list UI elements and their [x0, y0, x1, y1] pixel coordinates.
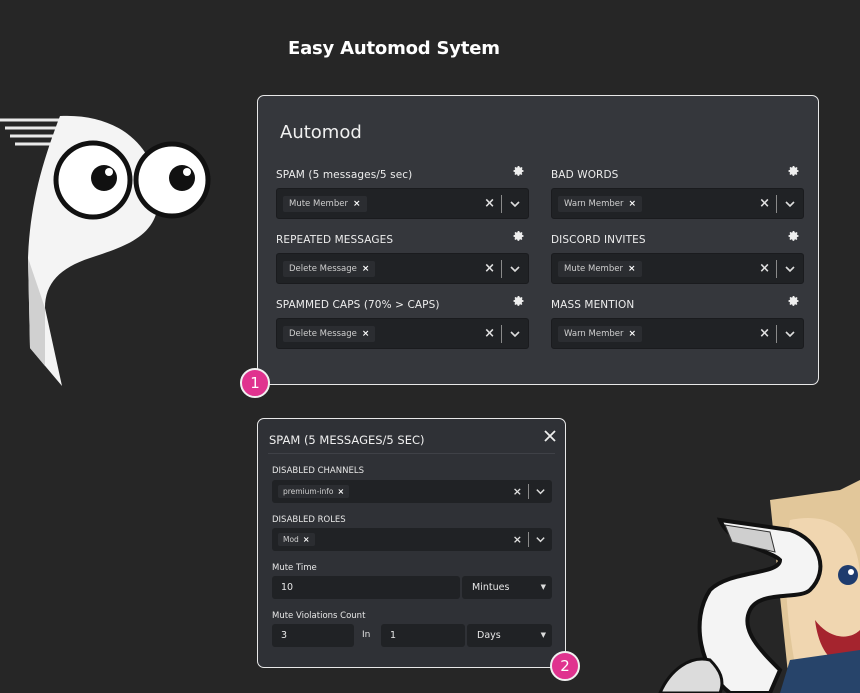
step-badge-2: 2	[550, 651, 580, 681]
spam-settings-title: SPAM (5 MESSAGES/5 SEC)	[269, 433, 425, 447]
chevron-down-icon[interactable]	[784, 263, 796, 275]
violations-label: Mute Violations Count	[272, 611, 366, 621]
action-select[interactable]: Warn Member × ×	[551, 318, 804, 349]
chevron-down-icon[interactable]	[509, 198, 521, 210]
close-icon[interactable]	[543, 429, 557, 443]
step-badge-1: 1	[240, 368, 270, 398]
gear-icon[interactable]	[513, 230, 525, 242]
rule-spammed-caps: SPAMMED CAPS (70% > CAPS) Delete Message…	[276, 295, 529, 349]
action-select[interactable]: Mute Member × ×	[551, 253, 804, 284]
disabled-channels-select[interactable]: premium-info × ×	[272, 480, 552, 503]
rule-repeated-messages: REPEATED MESSAGES Delete Message × ×	[276, 230, 529, 284]
violations-unit-select[interactable]: Days ▼	[467, 624, 552, 647]
action-chip: Mute Member ×	[283, 196, 367, 212]
action-chip: Delete Message ×	[283, 261, 376, 277]
in-label: In	[362, 630, 371, 640]
gear-icon[interactable]	[788, 165, 800, 177]
action-select[interactable]: Mute Member × ×	[276, 188, 529, 219]
action-select[interactable]: Warn Member × ×	[551, 188, 804, 219]
anime-character-icon	[658, 480, 860, 693]
rule-label: MASS MENTION	[551, 299, 635, 311]
mute-time-unit-select[interactable]: Mintues ▼	[462, 576, 552, 599]
disabled-channels-label: DISABLED CHANNELS	[272, 466, 364, 476]
mute-time-input[interactable]: 10	[272, 576, 460, 599]
chevron-down-icon[interactable]	[509, 263, 521, 275]
rule-label: SPAM (5 messages/5 sec)	[276, 169, 413, 181]
clear-icon[interactable]: ×	[484, 326, 495, 342]
action-select[interactable]: Delete Message × ×	[276, 253, 529, 284]
clear-icon[interactable]: ×	[484, 196, 495, 212]
chevron-down-icon[interactable]	[535, 534, 546, 545]
chip-remove-icon[interactable]: ×	[628, 199, 636, 209]
mascot-logo-icon	[0, 115, 211, 387]
mute-time-label: Mute Time	[272, 563, 317, 573]
chip-remove-icon[interactable]: ×	[628, 264, 636, 274]
gear-icon[interactable]	[788, 230, 800, 242]
chip-remove-icon[interactable]: ×	[362, 329, 370, 339]
chip-remove-icon[interactable]: ×	[362, 264, 370, 274]
chevron-down-icon[interactable]	[535, 486, 546, 497]
spam-settings-panel: SPAM (5 MESSAGES/5 SEC) DISABLED CHANNEL…	[257, 418, 566, 668]
rule-bad-words: BAD WORDS Warn Member × ×	[551, 165, 804, 219]
action-chip: Delete Message ×	[283, 326, 376, 342]
automod-title: Automod	[280, 122, 362, 143]
clear-icon[interactable]: ×	[513, 532, 522, 548]
chevron-down-icon[interactable]	[784, 198, 796, 210]
automod-panel: Automod SPAM (5 messages/5 sec) Mute Mem…	[257, 95, 819, 385]
caret-down-icon: ▼	[540, 583, 546, 591]
clear-icon[interactable]: ×	[484, 261, 495, 277]
caret-down-icon: ▼	[540, 631, 546, 639]
action-chip: Warn Member ×	[558, 196, 643, 212]
chip-remove-icon[interactable]: ×	[353, 199, 361, 209]
violations-count-input[interactable]: 3	[272, 624, 354, 647]
action-select[interactable]: Delete Message × ×	[276, 318, 529, 349]
clear-icon[interactable]: ×	[513, 484, 522, 500]
chip-remove-icon[interactable]: ×	[628, 329, 636, 339]
role-chip: Mod ×	[278, 533, 315, 546]
violations-period-input[interactable]: 1	[381, 624, 465, 647]
action-chip: Warn Member ×	[558, 326, 643, 342]
rule-label: SPAMMED CAPS (70% > CAPS)	[276, 299, 440, 311]
rule-spam: SPAM (5 messages/5 sec) Mute Member × ×	[276, 165, 529, 219]
clear-icon[interactable]: ×	[759, 326, 770, 342]
chevron-down-icon[interactable]	[784, 328, 796, 340]
rule-mass-mention: MASS MENTION Warn Member × ×	[551, 295, 804, 349]
clear-icon[interactable]: ×	[759, 261, 770, 277]
gear-icon[interactable]	[788, 295, 800, 307]
chevron-down-icon[interactable]	[509, 328, 521, 340]
chip-remove-icon[interactable]: ×	[303, 535, 310, 544]
page-title: Easy Automod Sytem	[288, 38, 500, 59]
rule-label: BAD WORDS	[551, 169, 619, 181]
rule-label: DISCORD INVITES	[551, 234, 646, 246]
disabled-roles-select[interactable]: Mod × ×	[272, 528, 552, 551]
disabled-roles-label: DISABLED ROLES	[272, 515, 346, 525]
gear-icon[interactable]	[513, 295, 525, 307]
gear-icon[interactable]	[513, 165, 525, 177]
channel-chip: premium-info ×	[278, 485, 350, 498]
clear-icon[interactable]: ×	[759, 196, 770, 212]
rule-discord-invites: DISCORD INVITES Mute Member × ×	[551, 230, 804, 284]
chip-remove-icon[interactable]: ×	[338, 487, 345, 496]
rule-label: REPEATED MESSAGES	[276, 234, 394, 246]
action-chip: Mute Member ×	[558, 261, 642, 277]
